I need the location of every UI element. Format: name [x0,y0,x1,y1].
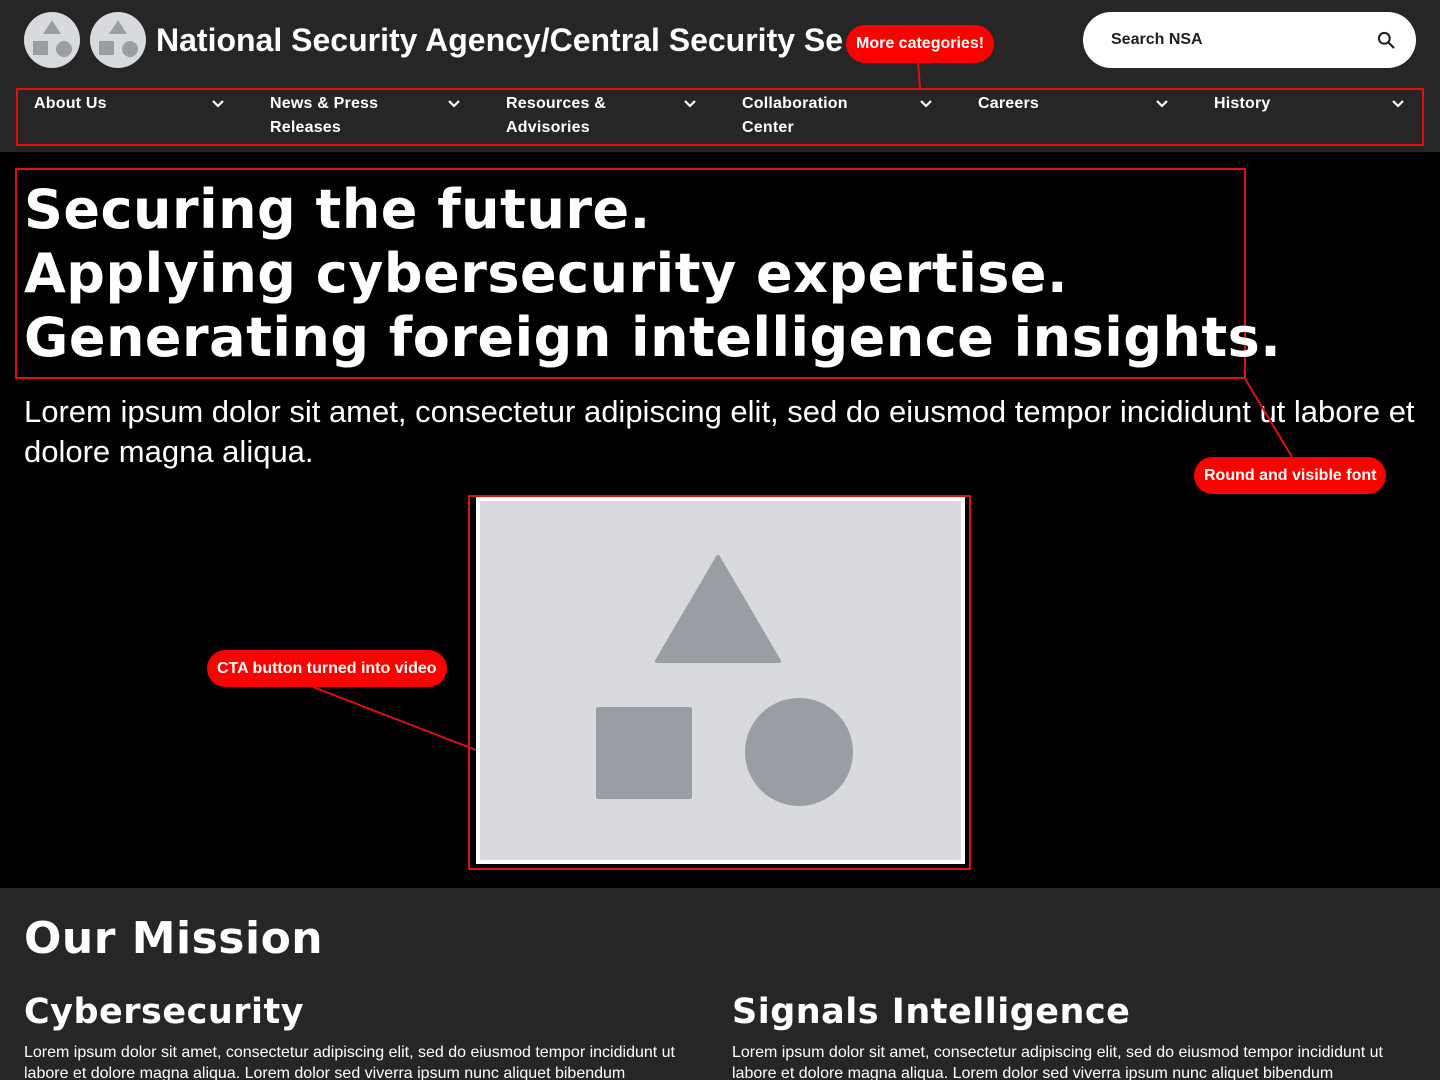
nav-item-label: News & Press Releases [270,95,379,136]
cybersecurity-title[interactable]: Cybersecurity [24,990,304,1034]
nav-item-collaboration[interactable]: Collaboration Center [726,90,946,144]
signals-intelligence-text: Lorem ipsum dolor sit amet, consectetur … [732,1044,1383,1080]
site-title[interactable]: National Security Agency/Central Securit… [156,20,844,60]
shapes-logo-icon[interactable] [90,12,146,68]
nav-item-careers[interactable]: Careers [962,90,1182,144]
video-placeholder[interactable] [480,501,961,860]
nav-item-label: History [1214,95,1271,112]
nav-item-news[interactable]: News & Press Releases [254,90,474,144]
hero-headline-line-3: Generating foreign intelligence insights… [24,306,1282,369]
chevron-down-icon[interactable] [1154,96,1170,112]
chevron-down-icon[interactable] [1390,96,1406,112]
annotation-round-font: Round and visible font [1194,457,1387,494]
nav-item-label: About Us [34,95,107,112]
search-icon[interactable] [1376,30,1396,50]
nav-item-about-us[interactable]: About Us [18,90,238,144]
signals-intelligence-title[interactable]: Signals Intelligence [732,990,1130,1034]
nav-item-history[interactable]: History [1198,90,1418,144]
search-bar[interactable]: Search NSA [1083,12,1416,68]
search-input[interactable]: Search NSA [1111,30,1203,50]
image-placeholder-icon [596,555,853,806]
annotation-more-categories: More categories! [846,25,995,63]
shapes-logo-icon[interactable] [24,12,80,68]
nav-item-resources[interactable]: Resources & Advisories [490,90,710,144]
chevron-down-icon[interactable] [682,96,698,112]
annotation-cta-video: CTA button turned into video [207,650,447,687]
hero-headline-line-1: Securing the future. [24,178,651,241]
nav-item-label: Collaboration Center [742,95,848,136]
chevron-down-icon[interactable] [210,96,226,112]
hero-video[interactable] [476,497,965,864]
cybersecurity-text: Lorem ipsum dolor sit amet, consectetur … [24,1044,675,1080]
chevron-down-icon[interactable] [446,96,462,112]
nav-item-label: Careers [978,95,1040,112]
main-nav: About Us News & Press Releases Resources… [16,88,1424,146]
chevron-down-icon[interactable] [918,96,934,112]
mission-title: Our Mission [24,913,324,964]
nav-item-label: Resources & Advisories [506,95,607,136]
hero-headline-line-2: Applying cybersecurity expertise. [24,242,1068,305]
